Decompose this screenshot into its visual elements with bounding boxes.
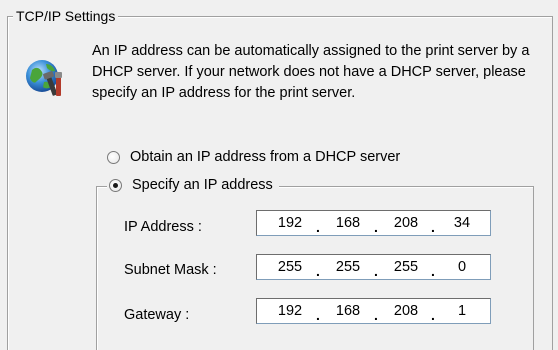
dhcp-radio-label[interactable]: Obtain an IP address from a DHCP server (130, 149, 400, 165)
octet-separator: . (316, 263, 320, 279)
gateway-octet-4[interactable]: 1 (443, 303, 481, 319)
static-ip-radio-option[interactable]: Specify an IP address (107, 177, 279, 193)
gateway-octet-1[interactable]: 192 (271, 303, 309, 319)
subnet-mask-label: Subnet Mask : (124, 262, 217, 278)
octet-separator: . (374, 219, 378, 235)
octet-separator: . (431, 307, 435, 323)
subnet-mask-octet-1[interactable]: 255 (271, 259, 309, 275)
octet-separator: . (374, 263, 378, 279)
subnet-mask-field[interactable]: 255 . 255 . 255 . 0 (256, 254, 491, 280)
octet-separator: . (431, 219, 435, 235)
gateway-field[interactable]: 192 . 168 . 208 . 1 (256, 298, 491, 324)
subnet-mask-octet-2[interactable]: 255 (329, 259, 367, 275)
subnet-mask-octet-4[interactable]: 0 (443, 259, 481, 275)
group-title: TCP/IP Settings (13, 8, 119, 24)
static-ip-radio-label[interactable]: Specify an IP address (132, 177, 273, 193)
ip-address-field[interactable]: 192 . 168 . 208 . 34 (256, 210, 491, 236)
gateway-label: Gateway : (124, 307, 190, 323)
octet-separator: . (374, 307, 378, 323)
ip-address-octet-1[interactable]: 192 (271, 215, 309, 231)
dhcp-radio-option[interactable]: Obtain an IP address from a DHCP server (107, 149, 400, 165)
subnet-mask-octet-3[interactable]: 255 (387, 259, 425, 275)
gateway-octet-3[interactable]: 208 (387, 303, 425, 319)
dhcp-radio-button[interactable] (107, 150, 120, 164)
octet-separator: . (316, 219, 320, 235)
ip-address-octet-4[interactable]: 34 (443, 215, 481, 231)
description-text: An IP address can be automatically assig… (92, 43, 530, 101)
ip-address-octet-2[interactable]: 168 (329, 215, 367, 231)
gateway-octet-2[interactable]: 168 (329, 303, 367, 319)
static-ip-radio-button[interactable] (109, 178, 122, 192)
network-settings-icon (26, 60, 62, 96)
ip-address-label: IP Address : (124, 219, 202, 235)
ip-address-octet-3[interactable]: 208 (387, 215, 425, 231)
octet-separator: . (431, 263, 435, 279)
tcpip-settings-panel: TCP/IP Settings An IP address can be aut… (0, 0, 558, 350)
octet-separator: . (316, 307, 320, 323)
